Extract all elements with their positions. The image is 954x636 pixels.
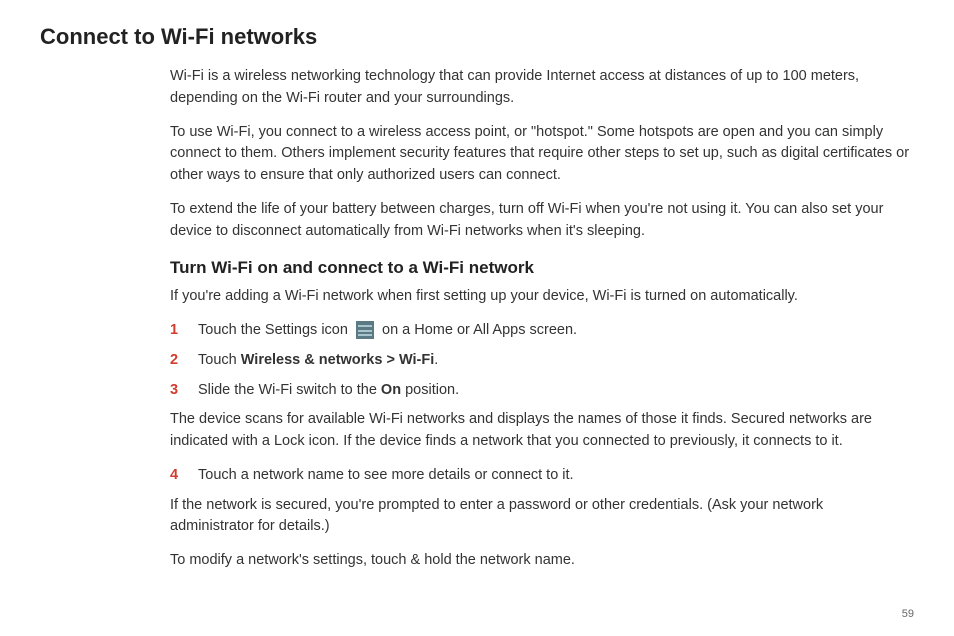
step-number: 3 xyxy=(170,380,182,402)
step-number: 1 xyxy=(170,320,182,342)
document-content: Wi-Fi is a wireless networking technolog… xyxy=(170,66,910,572)
section-title: Turn Wi-Fi on and connect to a Wi-Fi net… xyxy=(170,258,910,278)
step-3: 3 Slide the Wi-Fi switch to the On posit… xyxy=(170,380,910,402)
after-step-3-para: The device scans for available Wi-Fi net… xyxy=(170,409,910,453)
step-1-text: Touch the Settings icon on a Home or All… xyxy=(198,320,910,342)
intro-para-1: Wi-Fi is a wireless networking technolog… xyxy=(170,66,910,110)
step-number: 2 xyxy=(170,350,182,372)
step-1-pre: Touch the Settings icon xyxy=(198,322,352,338)
step-4-text: Touch a network name to see more details… xyxy=(198,465,910,487)
step-3-text: Slide the Wi-Fi switch to the On positio… xyxy=(198,380,910,402)
page-number: 59 xyxy=(902,608,914,620)
step-number: 4 xyxy=(170,465,182,487)
step-4: 4 Touch a network name to see more detai… xyxy=(170,465,910,487)
step-1: 1 Touch the Settings icon on a Home or A… xyxy=(170,320,910,342)
step-2-bold: Wireless & networks > Wi-Fi xyxy=(241,352,435,368)
intro-para-2: To use Wi-Fi, you connect to a wireless … xyxy=(170,122,910,187)
settings-icon xyxy=(356,321,374,339)
step-2-pre: Touch xyxy=(198,352,241,368)
step-3-post: position. xyxy=(401,382,459,398)
step-2-post: . xyxy=(434,352,438,368)
step-2: 2 Touch Wireless & networks > Wi-Fi. xyxy=(170,350,910,372)
step-3-pre: Slide the Wi-Fi switch to the xyxy=(198,382,381,398)
step-2-text: Touch Wireless & networks > Wi-Fi. xyxy=(198,350,910,372)
after-step-4-para-1: If the network is secured, you're prompt… xyxy=(170,495,910,539)
step-3-bold: On xyxy=(381,382,401,398)
intro-para-3: To extend the life of your battery betwe… xyxy=(170,199,910,243)
section-intro: If you're adding a Wi-Fi network when fi… xyxy=(170,286,910,308)
page-title: Connect to Wi-Fi networks xyxy=(40,24,914,50)
step-1-post: on a Home or All Apps screen. xyxy=(382,322,577,338)
after-step-4-para-2: To modify a network's settings, touch & … xyxy=(170,550,910,572)
